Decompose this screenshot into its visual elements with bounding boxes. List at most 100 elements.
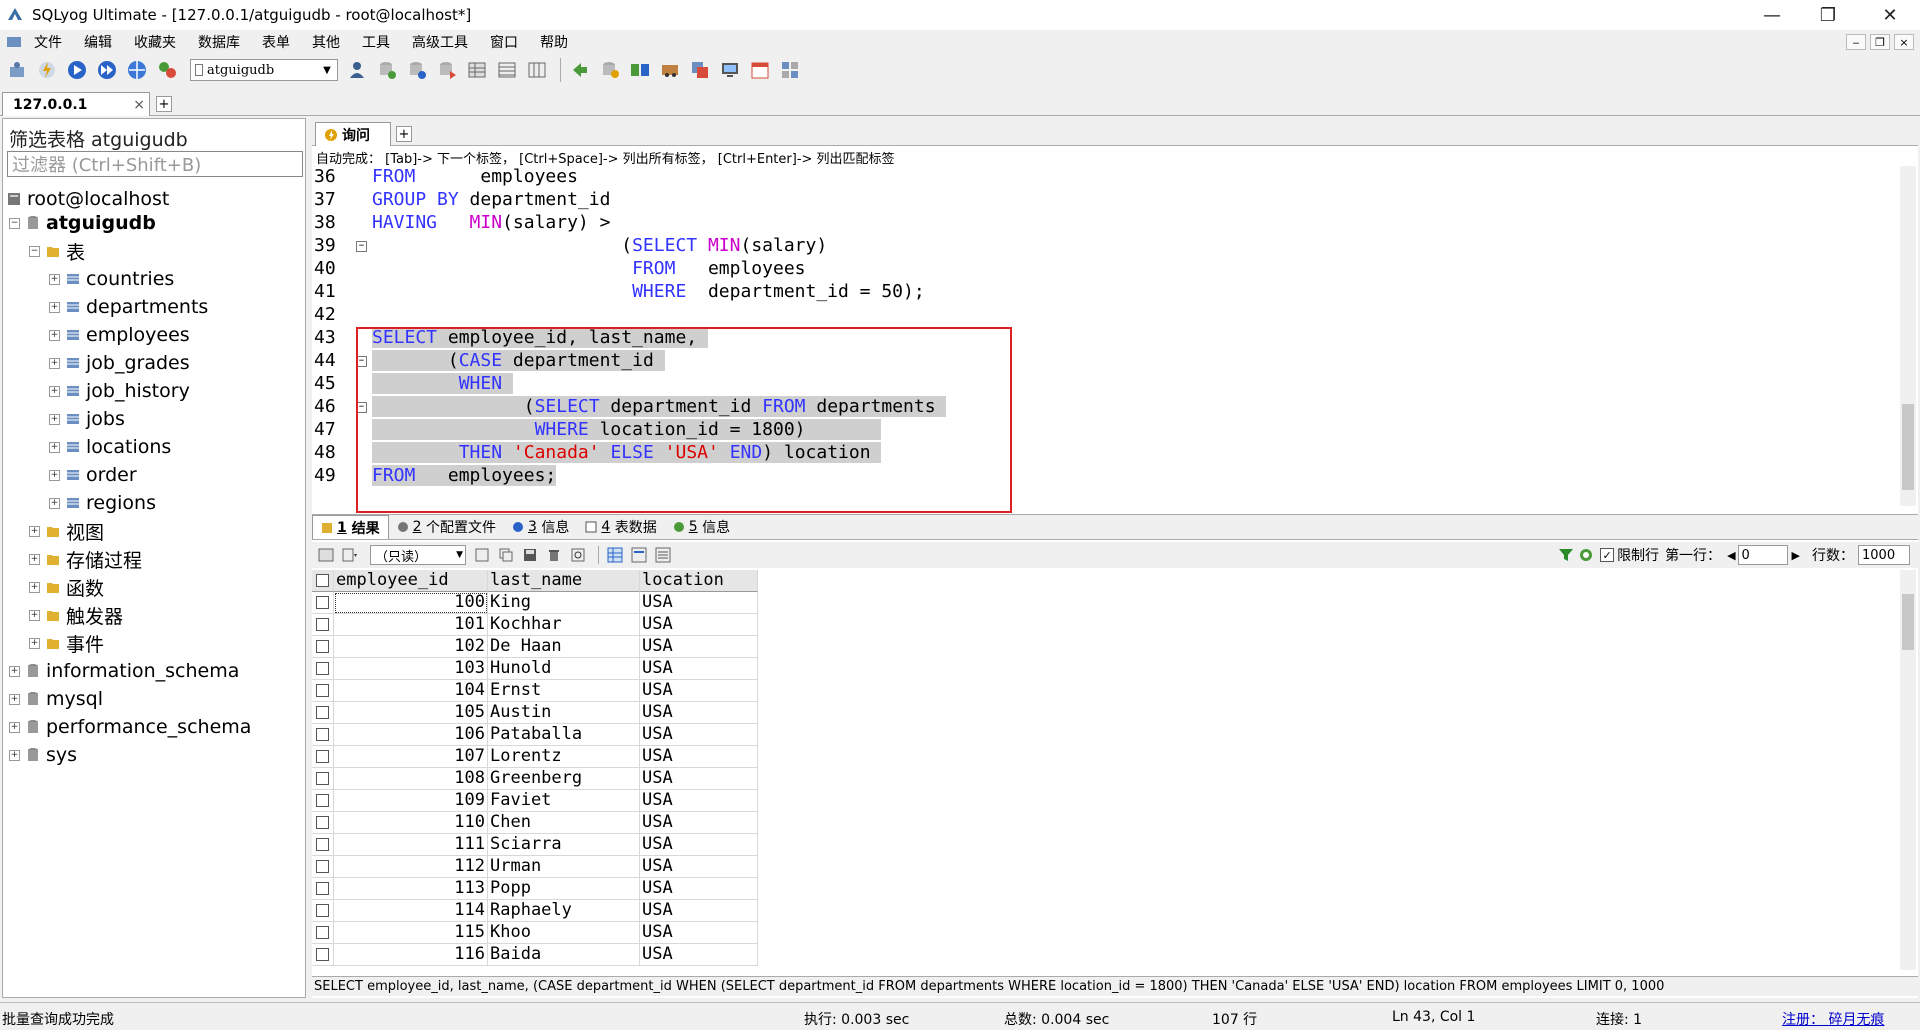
menu-file[interactable]: 文件 xyxy=(24,32,72,52)
table-row[interactable]: 116 Baida USA xyxy=(312,944,1112,966)
editor-vertical-scrollbar[interactable] xyxy=(1900,166,1916,506)
row-checkbox[interactable] xyxy=(312,636,334,658)
row-checkbox[interactable] xyxy=(312,834,334,856)
table-row[interactable]: 103 Hunold USA xyxy=(312,658,1112,680)
expand-icon[interactable]: + xyxy=(49,385,60,397)
expand-icon[interactable]: + xyxy=(49,357,60,369)
tree-table-item[interactable]: + job_grades xyxy=(49,349,190,377)
cell-location[interactable]: USA xyxy=(640,636,758,658)
execute-button[interactable] xyxy=(64,57,90,83)
cell-last-name[interactable]: Greenberg xyxy=(488,768,640,790)
expand-icon[interactable]: + xyxy=(29,525,40,537)
cell-location[interactable]: USA xyxy=(640,790,758,812)
row-checkbox[interactable] xyxy=(312,790,334,812)
tree-table-item[interactable]: + employees xyxy=(49,321,190,349)
row-checkbox[interactable] xyxy=(312,944,334,966)
expand-icon[interactable]: + xyxy=(9,665,20,677)
menu-database[interactable]: 数据库 xyxy=(188,32,250,52)
menu-window[interactable]: 窗口 xyxy=(480,32,528,52)
duplicate-row-button[interactable] xyxy=(496,545,516,565)
tool-button-5[interactable] xyxy=(687,57,713,83)
expand-icon[interactable]: + xyxy=(49,301,60,313)
menu-tools[interactable]: 工具 xyxy=(352,32,400,52)
backup-button[interactable] xyxy=(374,57,400,83)
expand-icon[interactable]: + xyxy=(49,413,60,425)
select-all-checkbox[interactable] xyxy=(312,570,334,592)
insert-row-button[interactable] xyxy=(472,545,492,565)
menu-edit[interactable]: 编辑 xyxy=(74,32,122,52)
cell-employee-id[interactable]: 111 xyxy=(334,834,488,856)
expand-icon[interactable]: + xyxy=(49,329,60,341)
execute-all-button[interactable] xyxy=(94,57,120,83)
cell-employee-id[interactable]: 100 xyxy=(334,592,488,614)
table-indexes-button[interactable] xyxy=(524,57,550,83)
table-row[interactable]: 110 Chen USA xyxy=(312,812,1112,834)
expand-icon[interactable]: + xyxy=(9,693,20,705)
cell-employee-id[interactable]: 109 xyxy=(334,790,488,812)
table-row[interactable]: 108 Greenberg USA xyxy=(312,768,1112,790)
cell-location[interactable]: USA xyxy=(640,702,758,724)
connection-tab[interactable]: 127.0.0.1 × xyxy=(2,92,150,116)
grid-vertical-scrollbar[interactable] xyxy=(1900,570,1916,970)
table-structure-button[interactable] xyxy=(494,57,520,83)
tool-button-7[interactable] xyxy=(747,57,773,83)
query-tab[interactable]: 询问 xyxy=(315,122,391,146)
cell-location[interactable]: USA xyxy=(640,768,758,790)
cell-employee-id[interactable]: 103 xyxy=(334,658,488,680)
readonly-select[interactable]: （只读） ▼ xyxy=(370,545,466,565)
tool-button-4[interactable] xyxy=(657,57,683,83)
cell-location[interactable]: USA xyxy=(640,680,758,702)
cell-employee-id[interactable]: 108 xyxy=(334,768,488,790)
row-checkbox[interactable] xyxy=(312,856,334,878)
row-checkbox[interactable] xyxy=(312,768,334,790)
tab-profile[interactable]: 2 个配置文件 xyxy=(389,515,504,539)
menu-advanced-tools[interactable]: 高级工具 xyxy=(402,32,478,52)
tree-folder-item[interactable]: + 存储过程 xyxy=(29,545,142,573)
cell-location[interactable]: USA xyxy=(640,592,758,614)
form-view-button[interactable] xyxy=(629,545,649,565)
fold-toggle-icon[interactable]: − xyxy=(356,241,367,252)
collapse-icon[interactable]: − xyxy=(29,245,40,257)
export-button[interactable] xyxy=(434,57,460,83)
cell-location[interactable]: USA xyxy=(640,812,758,834)
register-link[interactable]: 注册： 碎月无痕 xyxy=(1782,1009,1884,1029)
tree-table-item[interactable]: + job_history xyxy=(49,377,190,405)
row-checkbox[interactable] xyxy=(312,812,334,834)
tree-folder-item[interactable]: + 视图 xyxy=(29,517,104,545)
cell-last-name[interactable]: Kochhar xyxy=(488,614,640,636)
tab-info[interactable]: 3 信息 xyxy=(504,515,577,539)
cell-location[interactable]: USA xyxy=(640,724,758,746)
tree-folder-tables[interactable]: − 表 xyxy=(29,237,85,265)
editor-scroll-thumb[interactable] xyxy=(1902,404,1914,490)
user-manager-button[interactable] xyxy=(344,57,370,83)
table-row[interactable]: 114 Raphaely USA xyxy=(312,900,1112,922)
add-connection-tab-button[interactable]: + xyxy=(156,96,172,112)
row-checkbox[interactable] xyxy=(312,702,334,724)
table-row[interactable]: 113 Popp USA xyxy=(312,878,1112,900)
cell-employee-id[interactable]: 114 xyxy=(334,900,488,922)
tree-table-item[interactable]: + locations xyxy=(49,433,171,461)
new-connection-button[interactable] xyxy=(4,57,30,83)
table-row[interactable]: 101 Kochhar USA xyxy=(312,614,1112,636)
cell-employee-id[interactable]: 102 xyxy=(334,636,488,658)
grid-scroll-thumb[interactable] xyxy=(1902,594,1914,650)
expand-icon[interactable]: + xyxy=(29,553,40,565)
filter-input[interactable]: 过滤器 (Ctrl+Shift+B) xyxy=(7,151,303,177)
tree-folder-item[interactable]: + 事件 xyxy=(29,629,104,657)
cell-employee-id[interactable]: 105 xyxy=(334,702,488,724)
cell-last-name[interactable]: Baida xyxy=(488,944,640,966)
cell-location[interactable]: USA xyxy=(640,922,758,944)
maximize-button[interactable]: ❐ xyxy=(1800,0,1856,30)
close-button[interactable]: ✕ xyxy=(1862,0,1918,30)
menu-other[interactable]: 其他 xyxy=(302,32,350,52)
cell-last-name[interactable]: Urman xyxy=(488,856,640,878)
cell-last-name[interactable]: Popp xyxy=(488,878,640,900)
cell-last-name[interactable]: Austin xyxy=(488,702,640,724)
cell-last-name[interactable]: Raphaely xyxy=(488,900,640,922)
cell-last-name[interactable]: Khoo xyxy=(488,922,640,944)
refresh-button[interactable] xyxy=(124,57,150,83)
add-query-tab-button[interactable]: + xyxy=(396,126,412,142)
cell-location[interactable]: USA xyxy=(640,856,758,878)
row-checkbox[interactable] xyxy=(312,878,334,900)
sql-editor[interactable]: 36 FROM employees 37 GROUP BY department_i… xyxy=(312,166,1918,513)
